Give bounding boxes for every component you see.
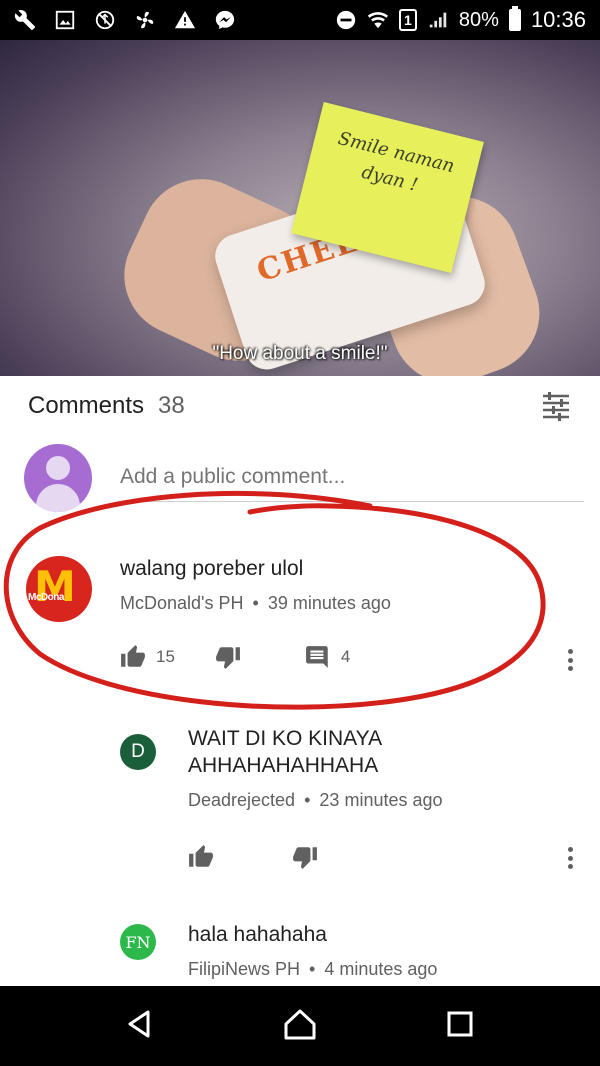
wifi-icon — [367, 9, 389, 31]
reply-text-line-2: AHHAHAHAHHAHA — [188, 753, 379, 777]
comment-text: walang poreber ulol — [120, 557, 304, 580]
avatar-label: McDona — [28, 592, 64, 603]
reply-thread: D WAIT DI KO KINAYA AHHAHAHAHHAHA Deadre… — [0, 726, 600, 876]
reply-time: 23 minutes ago — [319, 789, 443, 810]
user-avatar — [24, 444, 92, 512]
navigation-bar — [0, 986, 600, 1066]
meta-separator: • — [304, 789, 311, 810]
comments-header: Comments 38 — [0, 376, 600, 436]
warning-icon — [174, 9, 196, 31]
reply-avatar[interactable]: FN — [120, 924, 156, 960]
battery-icon — [508, 6, 521, 31]
do-not-disturb-icon — [335, 9, 357, 31]
thumbs-up-icon — [121, 645, 145, 667]
comments-title: Comments — [28, 392, 145, 419]
notification-icons — [0, 9, 236, 31]
signal-icon — [427, 9, 449, 31]
clock: 10:36 — [530, 7, 586, 32]
status-bar: 1 80% 10:36 — [0, 0, 600, 40]
thumbs-down-icon — [293, 847, 317, 869]
sim-icon: 1 — [398, 9, 417, 31]
reply-time: 4 minutes ago — [324, 958, 438, 979]
dislike-button[interactable] — [215, 644, 241, 670]
dislike-button[interactable] — [292, 844, 318, 870]
reply-meta: Deadrejected • 23 minutes ago — [188, 790, 443, 811]
reply-button[interactable]: 4 — [305, 644, 350, 670]
mcdonalds-avatar[interactable]: M McDona — [26, 556, 92, 622]
like-button[interactable] — [188, 844, 214, 870]
more-options-button[interactable] — [560, 844, 580, 872]
sort-icon[interactable] — [540, 390, 572, 422]
comment-author[interactable]: McDonald's PH — [120, 593, 243, 613]
system-status: 1 80% 10:36 — [335, 6, 600, 33]
more-options-button[interactable] — [560, 646, 580, 674]
reply-avatar[interactable]: D — [120, 734, 156, 770]
comment-thread: M McDona walang poreber ulol McDonald's … — [0, 548, 600, 688]
reply-author[interactable]: FilipiNews PH — [188, 959, 300, 979]
meta-separator: • — [309, 958, 316, 979]
video-subtitle: "How about a smile!" — [212, 343, 388, 364]
like-button[interactable]: 15 — [120, 644, 175, 670]
reply-body: WAIT DI KO KINAYA AHHAHAHAHHAHA Deadreje… — [188, 726, 443, 811]
like-count: 15 — [156, 647, 175, 666]
battery-percent: 80% — [458, 8, 499, 31]
reply-author[interactable]: Deadrejected — [188, 790, 295, 810]
comment-time: 39 minutes ago — [267, 592, 391, 613]
reply-thread: FN hala hahahaha FilipiNews PH • 4 minut… — [0, 918, 600, 986]
reply-text-line-1: WAIT DI KO KINAYA — [188, 727, 383, 750]
recents-icon[interactable] — [440, 1004, 480, 1049]
reply-meta: FilipiNews PH • 4 minutes ago — [188, 959, 437, 980]
home-icon[interactable] — [280, 1004, 320, 1049]
add-comment-row — [24, 444, 584, 512]
reply-actions — [188, 844, 318, 870]
messenger-icon — [214, 9, 236, 31]
comment-input[interactable] — [120, 454, 584, 502]
thumbs-down-icon — [216, 647, 240, 669]
reply-body: hala hahahaha FilipiNews PH • 4 minutes … — [188, 922, 437, 980]
comments-count: 38 — [158, 392, 185, 419]
reply-text: hala hahahaha — [188, 923, 327, 946]
fan-icon — [134, 9, 156, 31]
comment-meta: McDonald's PH • 39 minutes ago — [120, 593, 391, 614]
gallery-icon — [54, 9, 76, 31]
sticky-note-text: Smile naman dyan ! — [335, 127, 457, 196]
usb-blocked-icon — [94, 9, 116, 31]
video-player[interactable]: CHEES Smile naman dyan ! "How about a sm… — [0, 40, 600, 376]
reply-count: 4 — [340, 647, 351, 666]
thumbs-up-icon — [189, 845, 213, 867]
comment-actions: 15 4 — [120, 644, 350, 670]
comment-bubble-icon — [306, 646, 328, 668]
meta-separator: • — [252, 592, 259, 613]
back-icon[interactable] — [120, 1004, 160, 1049]
wrench-icon — [14, 9, 36, 31]
comment-body: walang poreber ulol McDonald's PH • 39 m… — [120, 556, 391, 614]
